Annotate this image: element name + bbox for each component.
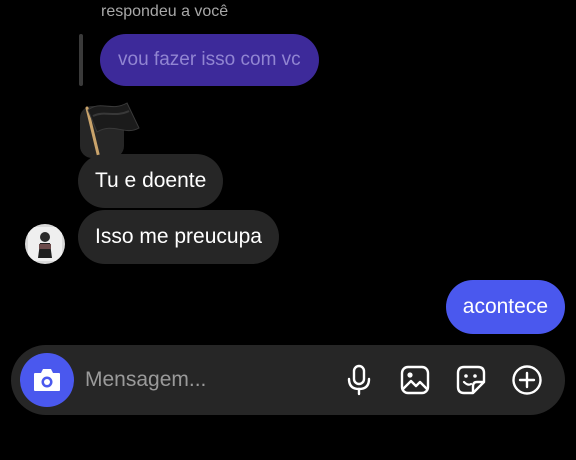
message-text: Tu e doente <box>95 169 207 192</box>
microphone-button[interactable] <box>341 362 377 398</box>
black-flag-icon <box>80 102 140 160</box>
gallery-icon <box>400 365 430 395</box>
sticker-button[interactable] <box>453 362 489 398</box>
profile-photo <box>25 224 65 264</box>
camera-button[interactable] <box>20 353 74 407</box>
plus-circle-icon <box>512 365 542 395</box>
reply-note: respondeu a você <box>101 3 229 20</box>
microphone-icon <box>347 364 371 396</box>
received-message[interactable]: Tu e doente <box>78 154 224 208</box>
message-input[interactable] <box>85 363 285 397</box>
camera-icon <box>34 369 60 391</box>
quoted-message-text: vou fazer isso com vc <box>118 49 301 70</box>
more-options-button[interactable] <box>509 362 545 398</box>
gallery-button[interactable] <box>397 362 433 398</box>
received-message[interactable]: Isso me preucupa <box>78 210 279 264</box>
black-flag-sticker[interactable] <box>77 98 143 160</box>
quoted-message[interactable]: vou fazer isso com vc <box>100 34 319 86</box>
avatar[interactable] <box>25 224 65 264</box>
message-text: Isso me preucupa <box>95 225 262 248</box>
sent-message[interactable]: acontece <box>445 280 565 334</box>
message-text: acontece <box>462 295 548 318</box>
reply-quote-bar <box>79 34 83 86</box>
sticker-icon <box>456 365 486 395</box>
message-composer <box>11 345 565 415</box>
